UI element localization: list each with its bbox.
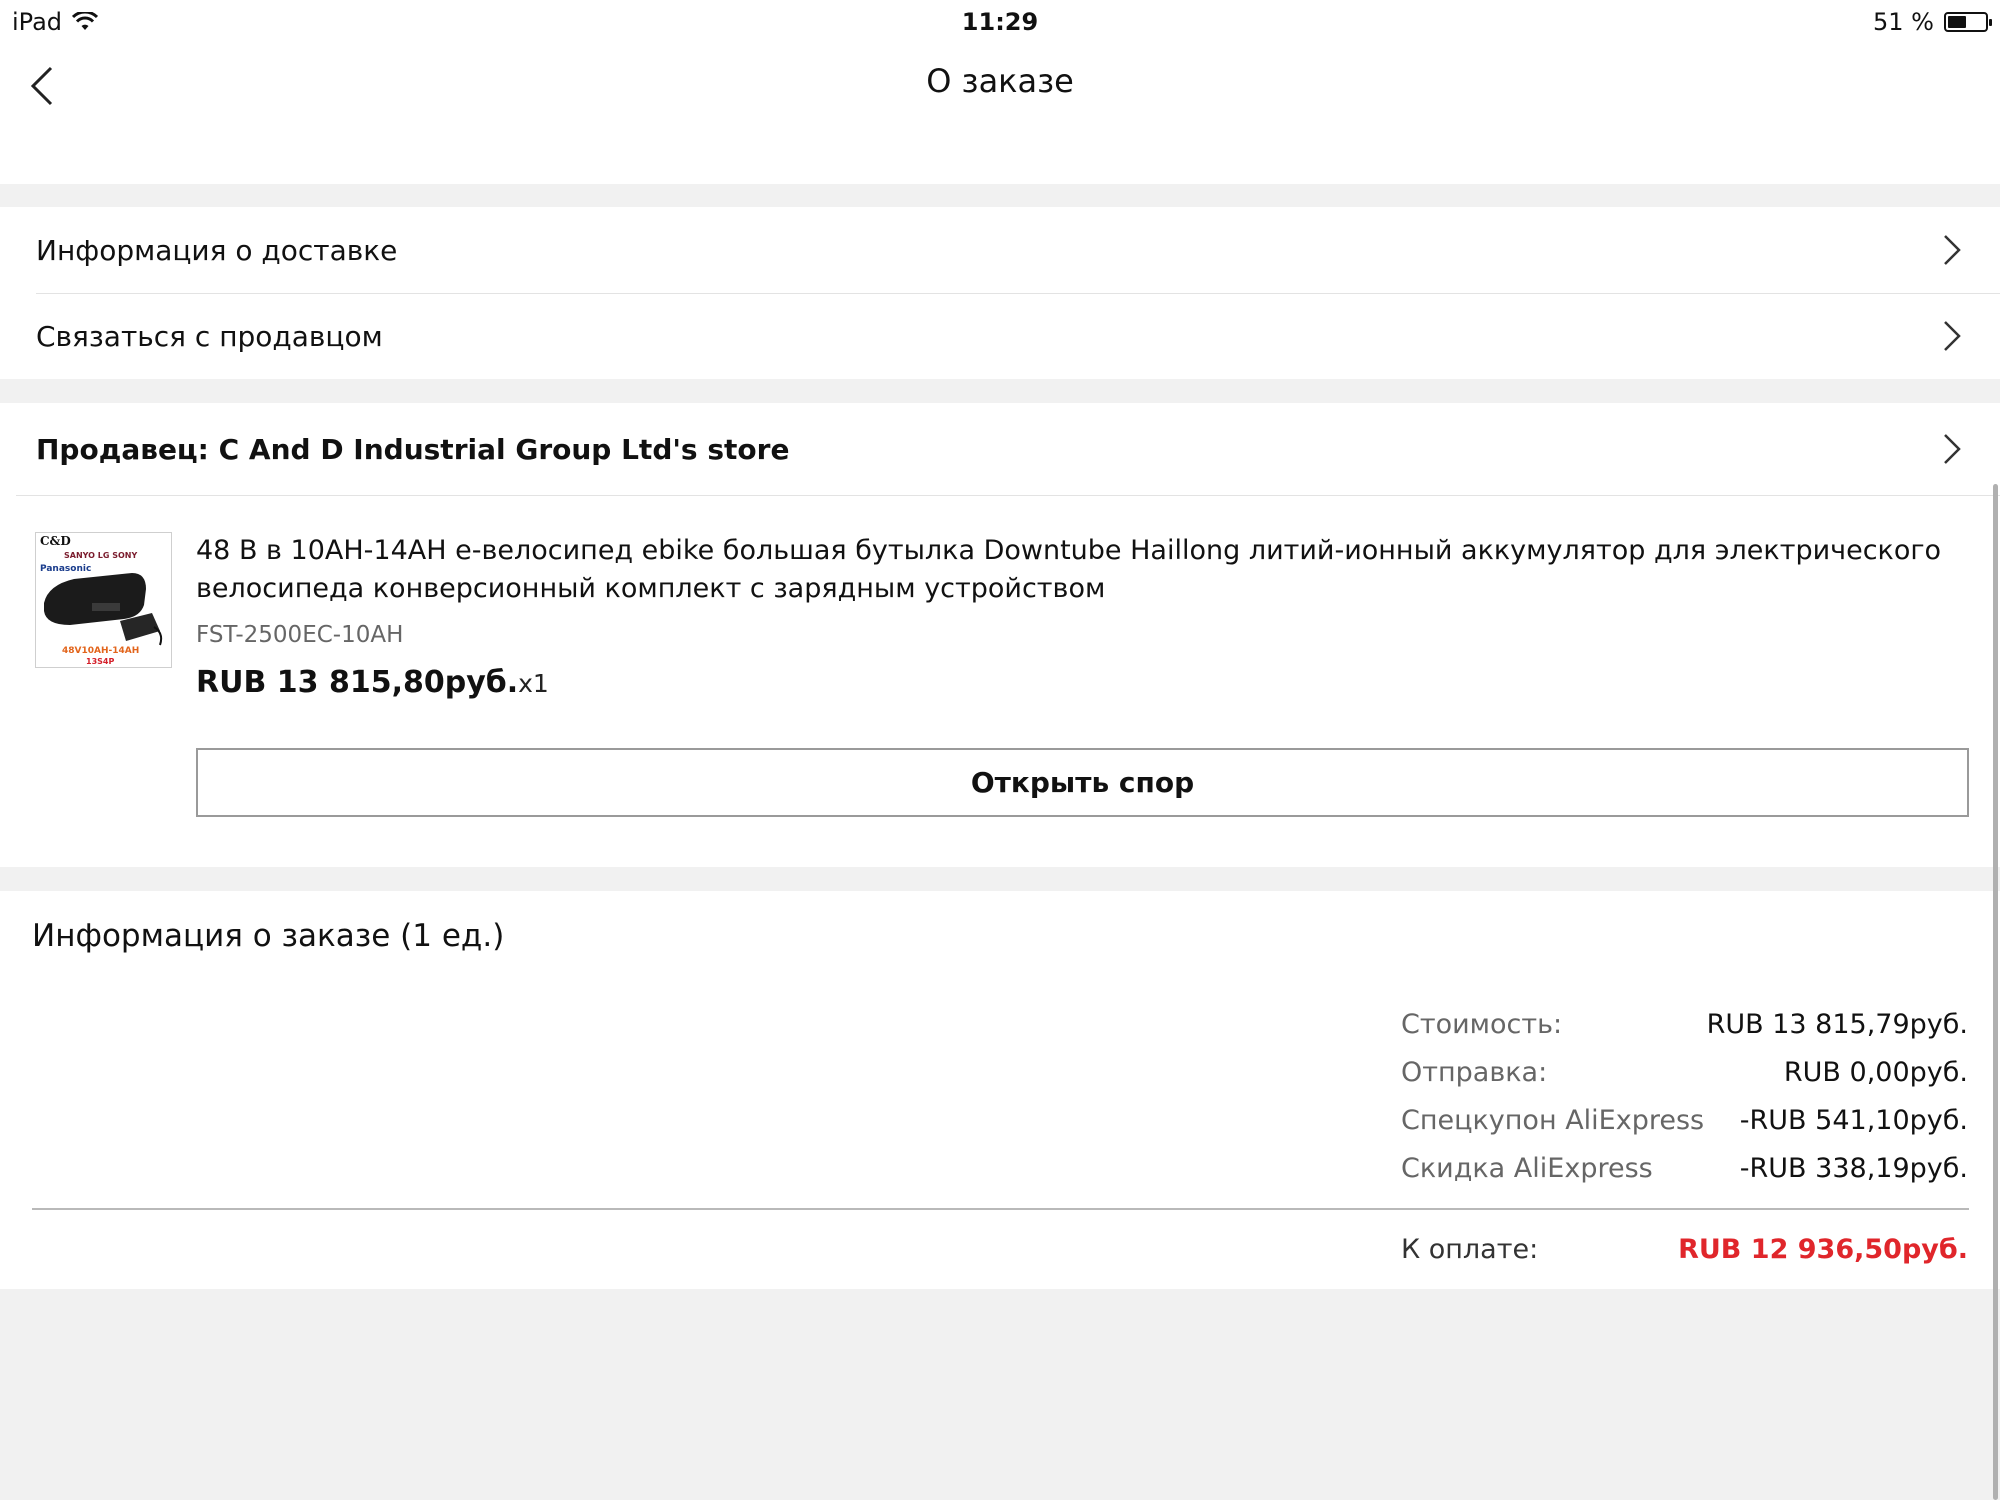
seller-row[interactable]: Продавец: C And D Industrial Group Ltd's… xyxy=(0,403,2000,495)
wifi-icon xyxy=(72,12,99,30)
contact-seller-row[interactable]: Связаться с продавцом xyxy=(0,293,2000,379)
product-image[interactable]: C&D SANYO LG SONY Panasonic 48V10AH-14AH… xyxy=(35,532,172,668)
status-bar: iPad 11:29 51 % xyxy=(0,0,2000,44)
seller-divider xyxy=(16,495,2000,496)
product-quantity: x1 xyxy=(518,669,549,698)
product-title[interactable]: 48 В в 10AH-14AH e-велосипед ebike больш… xyxy=(196,532,1956,608)
total-divider xyxy=(32,1208,1969,1210)
status-right: 51 % xyxy=(1873,8,1992,36)
summary-label: Отправка: xyxy=(1401,1057,1548,1088)
summary-label: Спецкупон AliExpress xyxy=(1401,1105,1705,1136)
summary-value: RUB 13 815,79руб. xyxy=(1706,1009,1968,1040)
chevron-right-icon xyxy=(1944,321,1961,351)
total-label: К оплате: xyxy=(1401,1234,1539,1265)
battery-percent: 51 % xyxy=(1873,8,1934,36)
contact-seller-label: Связаться с продавцом xyxy=(36,319,383,353)
summary-label: Скидка AliExpress xyxy=(1401,1153,1653,1184)
order-info-title: Информация о заказе (1 ед.) xyxy=(32,918,505,954)
image-caption-2: 13S4P xyxy=(86,657,114,666)
summary-value: RUB 0,00руб. xyxy=(1783,1057,1968,1088)
status-left: iPad xyxy=(12,8,99,36)
page-title: О заказе xyxy=(926,62,1074,100)
nav-bar: О заказе xyxy=(0,44,2000,184)
battery-icon xyxy=(1944,12,1992,32)
summary-value: -RUB 338,19руб. xyxy=(1739,1153,1968,1184)
image-brand: C&D xyxy=(40,534,71,548)
battery-level xyxy=(1948,16,1966,28)
chevron-right-icon xyxy=(1944,434,1961,464)
device-name: iPad xyxy=(12,8,63,36)
delivery-info-label: Информация о доставке xyxy=(36,233,398,267)
image-logos: SANYO LG SONY xyxy=(64,551,137,560)
total-value: RUB 12 936,50руб. xyxy=(1678,1234,1968,1265)
image-panasonic: Panasonic xyxy=(40,564,91,574)
product-price-line: RUB 13 815,80руб.x1 xyxy=(196,665,549,700)
battery-product-icon: C&D SANYO LG SONY Panasonic 48V10AH-14AH… xyxy=(36,533,171,667)
product-sku: FST-2500EC-10AH xyxy=(196,622,404,648)
seller-name: Продавец: C And D Industrial Group Ltd's… xyxy=(36,432,790,466)
open-dispute-button[interactable]: Открыть спор xyxy=(196,748,1969,817)
summary-label: Стоимость: xyxy=(1401,1009,1563,1040)
summary-value: -RUB 541,10руб. xyxy=(1739,1105,1968,1136)
product-price: RUB 13 815,80руб. xyxy=(196,665,519,700)
delivery-info-row[interactable]: Информация о доставке xyxy=(0,207,2000,293)
scrollbar[interactable] xyxy=(1993,484,1998,1500)
chevron-right-icon xyxy=(1944,235,1961,265)
image-caption-1: 48V10AH-14AH xyxy=(62,646,139,656)
status-time: 11:29 xyxy=(961,8,1039,36)
